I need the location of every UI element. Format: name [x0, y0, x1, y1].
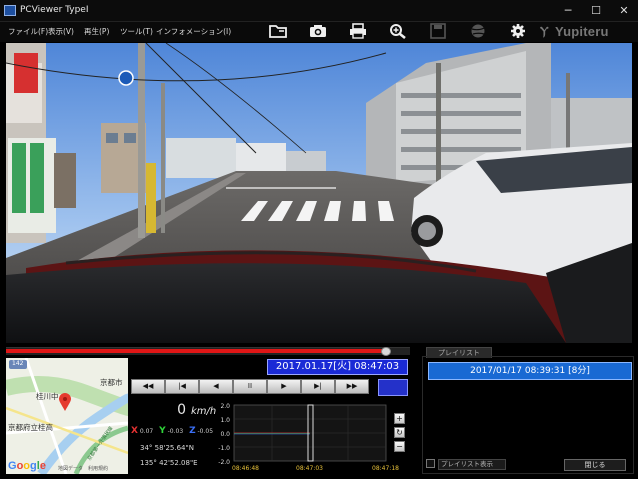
next-button[interactable]: ▶|: [301, 379, 335, 394]
speed-value: 0: [177, 402, 186, 418]
map-view[interactable]: 142 京都市 桂川中 京都府立桂高 京都第一外環状線 Google 地図データ…: [6, 358, 128, 474]
camera-icon[interactable]: [306, 21, 330, 41]
map-attribution[interactable]: 地図データ 利用規約: [58, 465, 108, 472]
graph-zoom-out-button[interactable]: −: [394, 441, 405, 452]
g-y-value: -0.03: [167, 428, 184, 435]
route-shield: 142: [12, 360, 24, 367]
globe-icon[interactable]: [466, 21, 490, 41]
seek-bar[interactable]: [6, 347, 410, 356]
x-tick: 08:47:18: [372, 465, 399, 472]
g-sensor-readout: X 0.07 Y -0.03 Z -0.05: [131, 426, 217, 436]
pause-button[interactable]: II: [233, 379, 267, 394]
playlist-item[interactable]: 2017/01/17 08:39:31 [8分]: [428, 362, 632, 380]
seek-progress: [6, 349, 386, 353]
graph-reset-button[interactable]: ↻: [394, 427, 405, 438]
zoom-icon[interactable]: [386, 21, 410, 41]
menu-view[interactable]: 表示(V): [48, 26, 74, 37]
map-label-station: 桂川中: [36, 392, 59, 401]
g-x-value: 0.07: [139, 428, 154, 435]
fast-rewind-button[interactable]: ◀◀: [131, 379, 165, 394]
video-frame[interactable]: [6, 43, 632, 343]
dashcam-scene: [6, 43, 632, 343]
speed-readout: 0 km/h: [131, 401, 217, 421]
menu-information[interactable]: インフォメーション(I): [156, 26, 231, 37]
y-tick: 0.0: [220, 431, 230, 438]
menu-tools[interactable]: ツール(T): [120, 26, 153, 37]
graph-zoom-in-button[interactable]: +: [394, 413, 405, 424]
play-button[interactable]: ▶: [267, 379, 301, 394]
map-background: [6, 358, 128, 474]
y-tick: -2.0: [218, 459, 230, 466]
app-icon: [4, 5, 16, 16]
print-icon[interactable]: [346, 21, 370, 41]
seek-thumb[interactable]: [380, 347, 391, 356]
previous-button[interactable]: |◀: [165, 379, 199, 394]
close-window-button[interactable]: ✕: [614, 2, 634, 19]
minimize-button[interactable]: ─: [558, 2, 578, 19]
map-label-school: 京都府立桂高: [8, 423, 53, 432]
map-pin-icon: [59, 393, 71, 413]
y-tick: 1.0: [220, 417, 230, 424]
gear-icon[interactable]: [506, 21, 530, 41]
playlist-checkbox[interactable]: [426, 459, 435, 468]
indicator-box: [378, 379, 408, 396]
graph-svg: 2.0 1.0 0.0 -1.0 -2.0 08:46:48 08:47:03 …: [218, 403, 399, 472]
g-z-value: -0.05: [197, 428, 214, 435]
folder-open-icon[interactable]: [266, 21, 290, 41]
y-tick: -1.0: [218, 445, 230, 452]
x-tick: 08:47:03: [296, 465, 323, 472]
save-icon[interactable]: [426, 21, 450, 41]
close-playlist-button[interactable]: 閉じる: [564, 459, 626, 471]
g-y-label: Y: [159, 426, 166, 436]
g-sensor-graph[interactable]: 2.0 1.0 0.0 -1.0 -2.0 08:46:48 08:47:03 …: [218, 403, 406, 473]
window-title: PCViewer TypeI: [20, 5, 89, 15]
brand-name: Yupiteru: [555, 24, 609, 39]
brand-logo-icon: Ⲩ: [540, 24, 549, 38]
latitude: 34° 58'25.64"N: [140, 444, 194, 452]
x-tick: 08:46:48: [232, 465, 259, 472]
g-x-label: X: [131, 426, 138, 436]
g-z-label: Z: [189, 426, 196, 436]
y-tick: 2.0: [220, 403, 230, 410]
menu-play[interactable]: 再生(P): [84, 26, 109, 37]
title-bar: PCViewer TypeI ─ ☐ ✕: [0, 0, 638, 22]
playlist-checkbox-label[interactable]: プレイリスト表示: [438, 459, 506, 470]
step-back-button[interactable]: ◀: [199, 379, 233, 394]
speed-unit: km/h: [191, 406, 217, 417]
datetime-display: 2017.01.17[火] 08:47:03: [267, 359, 408, 375]
google-logo: Google: [8, 460, 46, 472]
fast-forward-button[interactable]: ▶▶: [335, 379, 369, 394]
map-label-city: 京都市: [100, 378, 123, 387]
menu-file[interactable]: ファイル(F): [8, 26, 48, 37]
longitude: 135° 42'52.08"E: [140, 459, 198, 467]
maximize-button[interactable]: ☐: [586, 2, 606, 19]
